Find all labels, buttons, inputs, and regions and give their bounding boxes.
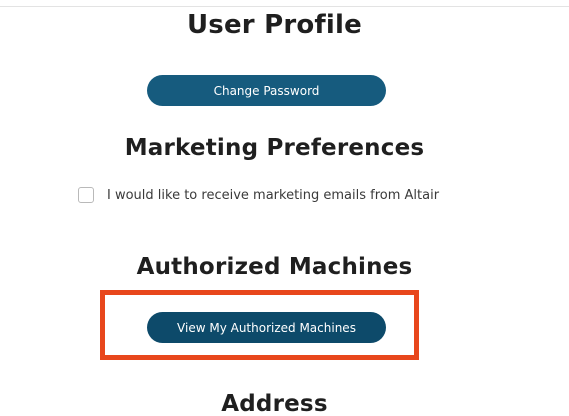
- marketing-opt-in-row[interactable]: I would like to receive marketing emails…: [78, 184, 439, 206]
- marketing-preferences-heading: Marketing Preferences: [124, 135, 425, 161]
- change-password-button[interactable]: Change Password: [147, 75, 386, 106]
- marketing-opt-in-checkbox[interactable]: [78, 187, 94, 203]
- marketing-opt-in-label[interactable]: I would like to receive marketing emails…: [107, 188, 439, 203]
- view-authorized-machines-button[interactable]: View My Authorized Machines: [147, 312, 386, 343]
- address-heading: Address: [221, 391, 328, 416]
- profile-page: User Profile Change Password Marketing P…: [0, 0, 569, 416]
- user-profile-heading: User Profile: [186, 10, 362, 40]
- authorized-machines-heading: Authorized Machines: [136, 254, 413, 280]
- top-divider: [0, 6, 569, 7]
